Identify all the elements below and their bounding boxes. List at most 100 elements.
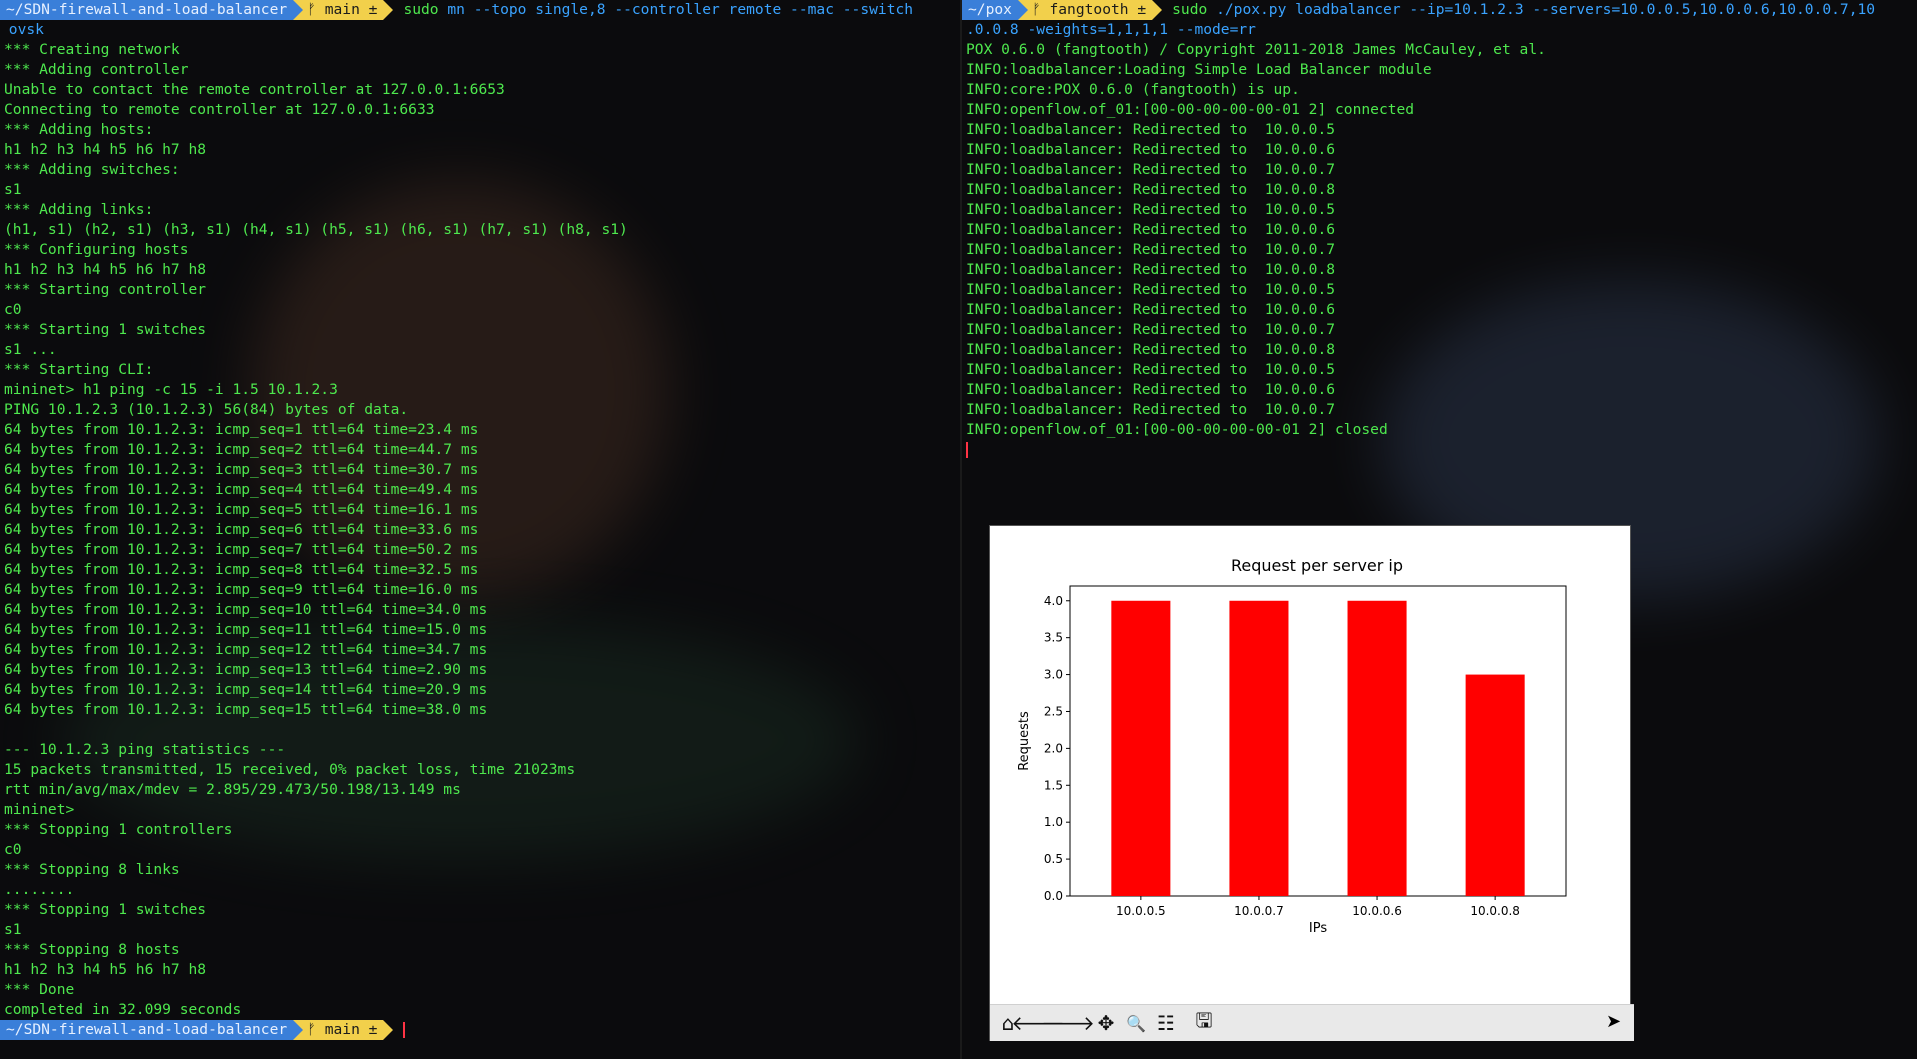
zoom-icon[interactable]: 🔍 bbox=[1122, 1009, 1150, 1037]
right-output-line: INFO:loadbalancer: Redirected to 10.0.0.… bbox=[966, 201, 1336, 218]
left-output-line: 15 packets transmitted, 15 received, 0% … bbox=[4, 761, 576, 778]
plot-toolbar: ⌂ 🡐 🡒 ✥ 🔍 ☷ 🖫 bbox=[990, 1004, 1634, 1041]
right-output-line: INFO:loadbalancer: Redirected to 10.0.0.… bbox=[966, 161, 1336, 178]
sudo-keyword: sudo bbox=[1172, 1, 1208, 18]
left-output-line: rtt min/avg/max/mdev = 2.895/29.473/50.1… bbox=[4, 781, 461, 798]
bar-10.0.0.5 bbox=[1111, 600, 1171, 896]
right-output-line: INFO:loadbalancer: Redirected to 10.0.0.… bbox=[966, 221, 1336, 238]
bar-10.0.0.8 bbox=[1465, 674, 1525, 896]
left-output-line: 64 bytes from 10.1.2.3: icmp_seq=8 ttl=6… bbox=[4, 561, 479, 578]
y-axis-ticks: 0.0 0.5 1.0 1.5 2.0 2.5 3.0 3.5 4.0 bbox=[1044, 594, 1070, 903]
right-output-line: INFO:loadbalancer: Redirected to 10.0.0.… bbox=[966, 141, 1336, 158]
left-output-line: 64 bytes from 10.1.2.3: icmp_seq=15 ttl=… bbox=[4, 701, 488, 718]
right-output-line: INFO:loadbalancer: Redirected to 10.0.0.… bbox=[966, 401, 1336, 418]
command-args: mn --topo single,8 --controller remote -… bbox=[447, 1, 914, 18]
prompt-path: ~/pox bbox=[962, 0, 1018, 20]
text-cursor bbox=[403, 1022, 406, 1038]
forward-arrow-icon[interactable]: 🡒 bbox=[1041, 1009, 1095, 1037]
left-output-line: *** Starting 1 switches bbox=[4, 321, 207, 338]
right-output-line: INFO:loadbalancer: Redirected to 10.0.0.… bbox=[966, 261, 1336, 278]
left-output-line: Unable to contact the remote controller … bbox=[4, 81, 505, 98]
left-output-line: --- 10.1.2.3 ping statistics --- bbox=[4, 741, 286, 758]
command-text: sudo ./pox.py loadbalancer --ip=10.1.2.3… bbox=[1162, 0, 1875, 20]
x-tick-label: 10.0.0.5 bbox=[1116, 904, 1166, 918]
right-output-line: INFO:core:POX 0.6.0 (fangtooth) is up. bbox=[966, 81, 1300, 98]
git-branch: ᚠ fangtooth ± bbox=[1027, 0, 1153, 20]
save-icon[interactable]: 🖫 bbox=[1190, 1008, 1218, 1037]
left-output-line: *** Stopping 1 switches bbox=[4, 901, 207, 918]
left-output-line: *** Starting CLI: bbox=[4, 361, 154, 378]
git-branch: ᚠ main ± bbox=[303, 0, 384, 20]
right-output-line: INFO:loadbalancer: Redirected to 10.0.0.… bbox=[966, 381, 1336, 398]
y-tick-label: 0.0 bbox=[1044, 889, 1063, 903]
right-prompt-line: ~/pox ᚠ fangtooth ± sudo ./pox.py loadba… bbox=[962, 0, 1917, 20]
left-output-line: s1 ... bbox=[4, 341, 57, 358]
y-axis-label: Requests bbox=[1017, 711, 1032, 771]
left-output-line: *** Stopping 8 links bbox=[4, 861, 180, 878]
right-output-line: INFO:loadbalancer: Redirected to 10.0.0.… bbox=[966, 361, 1336, 378]
text-cursor bbox=[966, 442, 968, 458]
prompt-separator-icon bbox=[293, 0, 304, 20]
left-output-line: c0 bbox=[4, 301, 22, 318]
left-output-line: *** Stopping 8 hosts bbox=[4, 941, 180, 958]
left-output-line: 64 bytes from 10.1.2.3: icmp_seq=9 ttl=6… bbox=[4, 581, 479, 598]
left-output-line: h1 h2 h3 h4 h5 h6 h7 h8 bbox=[4, 261, 207, 278]
y-tick-label: 2.5 bbox=[1044, 704, 1063, 718]
left-output-line: PING 10.1.2.3 (10.1.2.3) 56(84) bytes of… bbox=[4, 401, 409, 418]
left-output-line: *** Adding controller bbox=[4, 61, 189, 78]
prompt-separator-icon bbox=[383, 0, 394, 20]
right-output-line: POX 0.6.0 (fangtooth) / Copyright 2011-2… bbox=[966, 41, 1546, 58]
right-output-line: INFO:openflow.of_01:[00-00-00-00-00-01 2… bbox=[966, 421, 1388, 438]
configure-subplots-icon[interactable]: ☷ bbox=[1152, 1009, 1180, 1037]
prompt-separator-icon bbox=[293, 1020, 304, 1040]
y-tick-label: 0.5 bbox=[1044, 852, 1063, 866]
sudo-keyword: sudo bbox=[403, 1, 439, 18]
left-output-line: mininet> bbox=[4, 801, 75, 818]
left-output-line: 64 bytes from 10.1.2.3: icmp_seq=3 ttl=6… bbox=[4, 461, 479, 478]
right-output: POX 0.6.0 (fangtooth) / Copyright 2011-2… bbox=[962, 40, 1917, 440]
y-tick-label: 3.5 bbox=[1044, 631, 1063, 645]
x-axis-label: IPs bbox=[1309, 921, 1327, 936]
prompt-separator-icon bbox=[383, 1020, 394, 1040]
left-output-line: completed in 32.099 seconds bbox=[4, 1001, 242, 1018]
prompt-path: ~/SDN-firewall-and-load-balancer bbox=[0, 1020, 294, 1040]
plot-canvas[interactable]: Request per server ip 0.0 0.5 1.0 1.5 2.0 2.5… bbox=[990, 526, 1630, 1004]
bars-group bbox=[1111, 600, 1525, 896]
left-output-line: 64 bytes from 10.1.2.3: icmp_seq=12 ttl=… bbox=[4, 641, 488, 658]
command-continuation: ovsk bbox=[0, 21, 44, 38]
x-tick-label: 10.0.0.6 bbox=[1352, 904, 1402, 918]
left-output-line: 64 bytes from 10.1.2.3: icmp_seq=14 ttl=… bbox=[4, 681, 488, 698]
left-output-line: *** Adding links: bbox=[4, 201, 154, 218]
left-output-line: 64 bytes from 10.1.2.3: icmp_seq=2 ttl=6… bbox=[4, 441, 479, 458]
left-output-line: s1 bbox=[4, 181, 22, 198]
x-tick-label: 10.0.0.7 bbox=[1234, 904, 1284, 918]
command-args: ./pox.py loadbalancer --ip=10.1.2.3 --se… bbox=[1216, 1, 1876, 18]
right-output-line: INFO:loadbalancer: Redirected to 10.0.0.… bbox=[966, 281, 1336, 298]
left-output-line: 64 bytes from 10.1.2.3: icmp_seq=7 ttl=6… bbox=[4, 541, 479, 558]
prompt-path: ~/SDN-firewall-and-load-balancer bbox=[0, 0, 294, 20]
left-output-line: 64 bytes from 10.1.2.3: icmp_seq=10 ttl=… bbox=[4, 601, 488, 618]
right-output-line: INFO:loadbalancer: Redirected to 10.0.0.… bbox=[966, 321, 1336, 338]
left-output-line: *** Starting controller bbox=[4, 281, 207, 298]
left-output-line: 64 bytes from 10.1.2.3: icmp_seq=1 ttl=6… bbox=[4, 421, 479, 438]
left-output-line: *** Stopping 1 controllers bbox=[4, 821, 233, 838]
left-output-line: Connecting to remote controller at 127.0… bbox=[4, 101, 435, 118]
prompt-separator-icon bbox=[1017, 0, 1028, 20]
left-output-line: *** Adding switches: bbox=[4, 161, 180, 178]
left-terminal-pane[interactable]: ~/SDN-firewall-and-load-balancer ᚠ main … bbox=[0, 0, 960, 1059]
left-output-line: c0 bbox=[4, 841, 22, 858]
pan-icon[interactable]: ✥ bbox=[1092, 1009, 1120, 1037]
right-output-line: INFO:loadbalancer: Redirected to 10.0.0.… bbox=[966, 301, 1336, 318]
right-cursor-line bbox=[962, 440, 1917, 460]
left-output-line: *** Done bbox=[4, 981, 75, 998]
right-output-line: INFO:loadbalancer: Redirected to 10.0.0.… bbox=[966, 241, 1336, 258]
left-output-line: s1 bbox=[4, 921, 22, 938]
y-tick-label: 4.0 bbox=[1044, 594, 1063, 608]
mouse-pointer-icon: ➤ bbox=[1606, 1011, 1622, 1032]
y-tick-label: 3.0 bbox=[1044, 668, 1063, 682]
y-tick-label: 1.5 bbox=[1044, 778, 1063, 792]
x-tick-label: 10.0.0.8 bbox=[1470, 904, 1520, 918]
left-output-line: *** Configuring hosts bbox=[4, 241, 189, 258]
plot-window[interactable]: Request per server ip 0.0 0.5 1.0 1.5 2.0 2.5… bbox=[990, 526, 1634, 1041]
bar-10.0.0.7 bbox=[1229, 600, 1289, 896]
